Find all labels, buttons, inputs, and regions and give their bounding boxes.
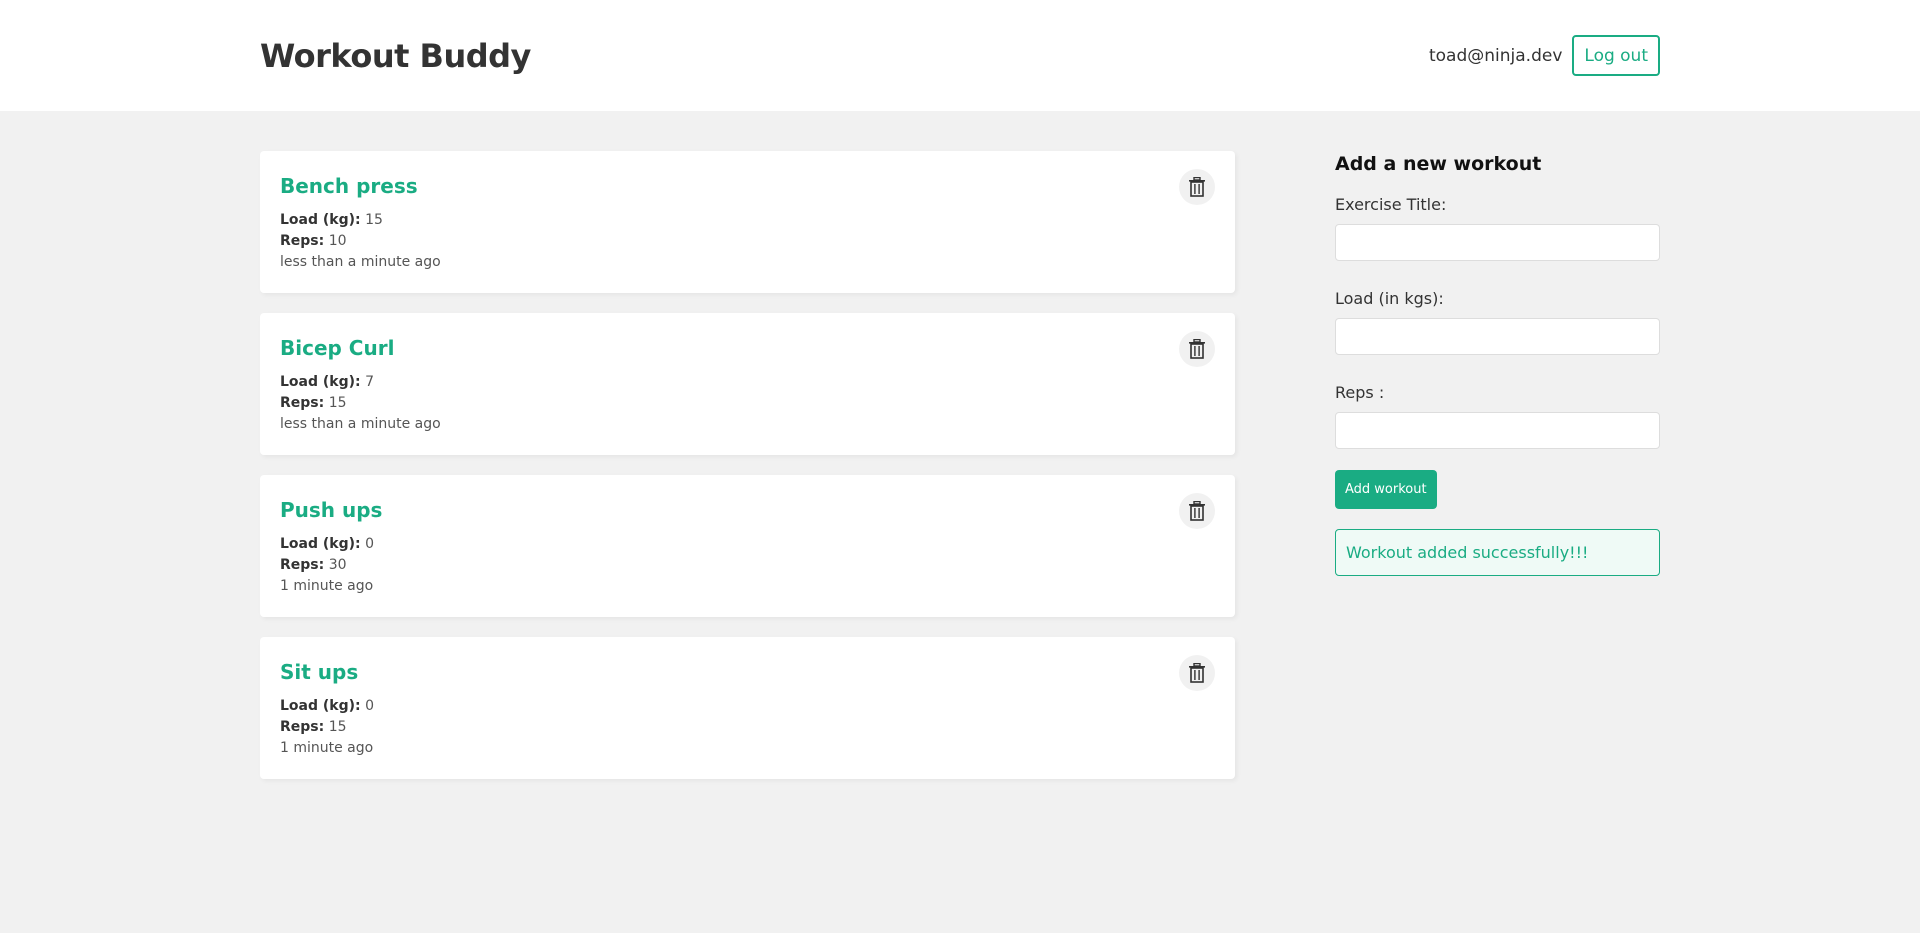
add-workout-button[interactable]: Add workout xyxy=(1335,470,1437,509)
reps-label: Reps: xyxy=(280,557,325,573)
workout-title: Sit ups xyxy=(280,660,359,684)
delete-workout-button[interactable] xyxy=(1179,655,1215,691)
success-message: Workout added successfully!!! xyxy=(1335,529,1660,576)
workout-time: less than a minute ago xyxy=(280,416,441,432)
trash-icon xyxy=(1189,177,1205,197)
delete-workout-button[interactable] xyxy=(1179,331,1215,367)
logout-button[interactable]: Log out xyxy=(1572,35,1660,76)
workout-reps: Reps: 10 xyxy=(280,233,1215,249)
reps-value: 30 xyxy=(328,557,347,573)
workout-time: 1 minute ago xyxy=(280,740,374,756)
app-logo[interactable]: Workout Buddy xyxy=(260,37,531,75)
workout-time: less than a minute ago xyxy=(280,254,441,270)
load-value: 7 xyxy=(365,374,374,390)
reps-value: 15 xyxy=(328,719,347,735)
load-value: 0 xyxy=(365,698,374,714)
trash-icon xyxy=(1189,501,1205,521)
reps-value: 15 xyxy=(328,395,347,411)
load-label: Load (kg): xyxy=(280,698,361,714)
load-label: Load (kg): xyxy=(280,374,361,390)
reps-label: Reps: xyxy=(280,395,325,411)
reps-input[interactable] xyxy=(1335,412,1660,449)
main-content: Bench press Load (kg): 15 Reps: 10 less … xyxy=(260,111,1660,799)
workout-card: Sit ups Load (kg): 0 Reps: 15 1 minute a… xyxy=(260,637,1235,779)
workout-time: 1 minute ago xyxy=(280,578,374,594)
exercise-title-input[interactable] xyxy=(1335,224,1660,261)
workout-load: Load (kg): 15 xyxy=(280,212,1215,228)
reps-value: 10 xyxy=(328,233,347,249)
user-email: toad@ninja.dev xyxy=(1428,45,1563,66)
workout-card: Bench press Load (kg): 15 Reps: 10 less … xyxy=(260,151,1235,293)
trash-icon xyxy=(1189,339,1205,359)
load-label: Load (in kgs): xyxy=(1335,289,1444,308)
site-header: Workout Buddy toad@ninja.dev Log out xyxy=(0,0,1920,111)
form-title: Add a new workout xyxy=(1335,153,1542,175)
header-container: Workout Buddy toad@ninja.dev Log out xyxy=(260,0,1660,111)
reps-label: Reps: xyxy=(280,233,325,249)
add-workout-form: Add a new workout Exercise Title: Load (… xyxy=(1335,151,1660,799)
trash-icon xyxy=(1189,663,1205,683)
workout-title: Bench press xyxy=(280,174,418,198)
workout-card: Push ups Load (kg): 0 Reps: 30 1 minute … xyxy=(260,475,1235,617)
workout-load: Load (kg): 0 xyxy=(280,698,1215,714)
reps-label: Reps : xyxy=(1335,383,1385,402)
workout-title: Bicep Curl xyxy=(280,336,395,360)
load-input[interactable] xyxy=(1335,318,1660,355)
load-value: 0 xyxy=(365,536,374,552)
load-label: Load (kg): xyxy=(280,536,361,552)
exercise-title-label: Exercise Title: xyxy=(1335,195,1447,214)
header-nav: toad@ninja.dev Log out xyxy=(1429,35,1660,76)
workout-reps: Reps: 30 xyxy=(280,557,1215,573)
delete-workout-button[interactable] xyxy=(1179,169,1215,205)
load-label: Load (kg): xyxy=(280,212,361,228)
workout-reps: Reps: 15 xyxy=(280,719,1215,735)
workout-title: Push ups xyxy=(280,498,383,522)
workout-reps: Reps: 15 xyxy=(280,395,1215,411)
reps-label: Reps: xyxy=(280,719,325,735)
delete-workout-button[interactable] xyxy=(1179,493,1215,529)
load-value: 15 xyxy=(365,212,383,228)
workout-card: Bicep Curl Load (kg): 7 Reps: 15 less th… xyxy=(260,313,1235,455)
workout-list: Bench press Load (kg): 15 Reps: 10 less … xyxy=(260,151,1235,799)
workout-load: Load (kg): 7 xyxy=(280,374,1215,390)
workout-load: Load (kg): 0 xyxy=(280,536,1215,552)
